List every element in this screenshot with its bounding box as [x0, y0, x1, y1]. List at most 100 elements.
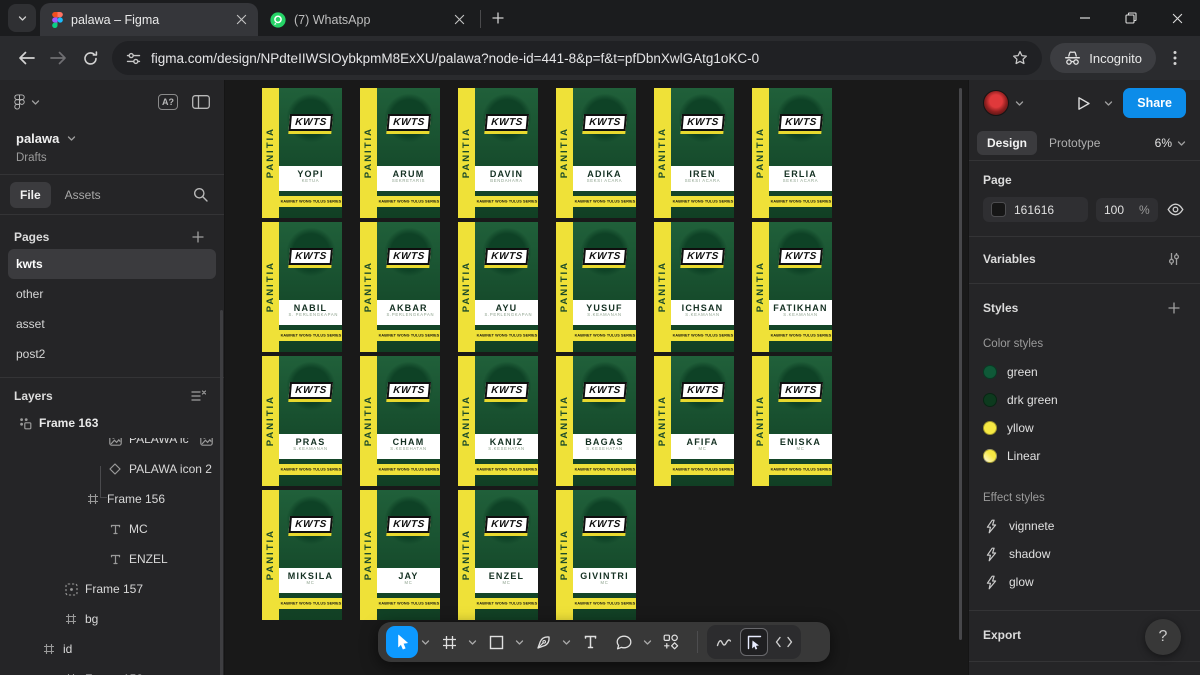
tool-pen[interactable] [527, 626, 559, 658]
file-location[interactable]: Drafts [16, 152, 208, 164]
page-opacity-value[interactable]: 100 [1104, 203, 1124, 217]
id-card[interactable]: PANITIA KWTS ARUM SEKRETARIS KABINET WON… [360, 88, 440, 218]
id-card[interactable]: PANITIA KWTS KANIZ S.KESEHATAN KABINET W… [458, 356, 538, 486]
canvas-scrollbar[interactable] [959, 88, 962, 640]
id-card[interactable]: PANITIA KWTS ADIKA SEKSI ACARA KABINET W… [556, 88, 636, 218]
layer-item[interactable]: Frame 156 [0, 484, 224, 514]
dev-tool-code[interactable] [770, 628, 798, 656]
tab-search-button[interactable] [8, 4, 36, 32]
forward-button[interactable] [42, 42, 74, 74]
search-icon[interactable] [186, 181, 214, 209]
file-name[interactable]: palawa [16, 131, 59, 146]
sidebar-page-item[interactable]: asset [8, 309, 216, 339]
visibility-eye-icon[interactable] [1166, 198, 1186, 222]
back-button[interactable] [10, 42, 42, 74]
color-style-item[interactable]: drk green [983, 386, 1186, 414]
missing-fonts-badge[interactable]: A? [158, 94, 178, 110]
chevron-down-icon[interactable] [1015, 99, 1024, 108]
tool-frame-tool[interactable] [433, 626, 465, 658]
tool-comment[interactable] [608, 626, 640, 658]
tab-design[interactable]: Design [977, 131, 1037, 155]
id-card[interactable]: PANITIA KWTS AFIFA MC KABINET WONG TULUS… [654, 356, 734, 486]
chevron-down-icon[interactable] [560, 626, 573, 658]
layer-item[interactable]: Frame 157 [0, 574, 224, 604]
sidebar-page-item[interactable]: kwts [8, 249, 216, 279]
zoom-control[interactable]: 6% [1155, 136, 1192, 150]
id-card[interactable]: PANITIA KWTS DAVIN BENDAHARA KABINET WON… [458, 88, 538, 218]
effect-style-item[interactable]: vignnete [983, 512, 1186, 540]
id-card[interactable]: PANITIA KWTS YOPI KETUA KABINET WONG TUL… [262, 88, 342, 218]
figma-menu-icon[interactable] [14, 94, 25, 110]
close-tab-icon[interactable] [450, 11, 468, 29]
chevron-down-icon[interactable] [1104, 99, 1113, 108]
present-button[interactable] [1070, 89, 1098, 117]
color-style-item[interactable]: Linear [983, 442, 1186, 470]
layer-item[interactable]: Frame 158 [0, 664, 224, 675]
avatar[interactable] [983, 90, 1009, 116]
page-color-input[interactable]: 161616 [983, 197, 1088, 222]
collapse-layers-icon[interactable] [186, 384, 210, 408]
browser-tab-figma[interactable]: palawa – Figma [40, 3, 258, 36]
chevron-down-icon[interactable] [67, 134, 76, 143]
new-tab-button[interactable] [485, 5, 511, 31]
tab-file[interactable]: File [10, 182, 51, 208]
bookmark-star-icon[interactable] [1012, 50, 1028, 66]
layer-item[interactable]: ENZEL [0, 544, 224, 574]
help-button[interactable]: ? [1145, 619, 1181, 655]
tool-text-tool[interactable] [574, 626, 606, 658]
id-card[interactable]: PANITIA KWTS GIVINTRI MC KABINET WONG TU… [556, 490, 636, 620]
add-style-icon[interactable] [1162, 296, 1186, 320]
design-canvas[interactable]: PANITIA KWTS YOPI KETUA KABINET WONG TUL… [225, 80, 968, 675]
add-page-icon[interactable] [186, 225, 210, 249]
tool-rectangle[interactable] [480, 626, 512, 658]
close-button[interactable] [1154, 0, 1200, 36]
variables-sliders-icon[interactable] [1162, 247, 1186, 271]
close-tab-icon[interactable] [232, 11, 250, 29]
dev-tool-annotate[interactable] [740, 628, 768, 656]
effect-style-item[interactable]: glow [983, 568, 1186, 596]
color-style-item[interactable]: green [983, 358, 1186, 386]
layer-item[interactable]: id [0, 634, 224, 664]
chevron-down-icon[interactable] [641, 626, 654, 658]
id-card[interactable]: PANITIA KWTS AYU S.PERLENGKAPAN KABINET … [458, 222, 538, 352]
tab-assets[interactable]: Assets [55, 182, 111, 208]
id-card[interactable]: PANITIA KWTS YUSUF S.KEAMANAN KABINET WO… [556, 222, 636, 352]
id-card[interactable]: PANITIA KWTS NABIL S. PERLENGKAPAN KABIN… [262, 222, 342, 352]
id-card[interactable]: PANITIA KWTS ENZEL MC KABINET WONG TULUS… [458, 490, 538, 620]
id-card[interactable]: PANITIA KWTS IREN SEKSI ACARA KABINET WO… [654, 88, 734, 218]
toggle-panel-icon[interactable] [192, 95, 210, 109]
page-opacity-input[interactable]: 100 % [1096, 198, 1158, 222]
id-card[interactable]: PANITIA KWTS PRAS S.KEAMANAN KABINET WON… [262, 356, 342, 486]
sidebar-page-item[interactable]: post2 [8, 339, 216, 369]
left-sidebar-scrollbar[interactable] [220, 310, 223, 675]
chevron-down-icon[interactable] [466, 626, 479, 658]
minimize-button[interactable] [1062, 0, 1108, 36]
chevron-down-icon[interactable] [419, 626, 432, 658]
layer-item[interactable]: MC [0, 514, 224, 544]
layer-item[interactable]: Frame 163 [0, 408, 224, 438]
color-style-item[interactable]: yllow [983, 414, 1186, 442]
id-card[interactable]: PANITIA KWTS MIKSILA MC KABINET WONG TUL… [262, 490, 342, 620]
id-card[interactable]: PANITIA KWTS CHAM S.KESEHATAN KABINET WO… [360, 356, 440, 486]
id-card[interactable]: PANITIA KWTS AKBAR S.PERLENGKAPAN KABINE… [360, 222, 440, 352]
reload-button[interactable] [74, 42, 106, 74]
share-button[interactable]: Share [1123, 88, 1186, 118]
tool-actions[interactable] [655, 626, 687, 658]
layer-item[interactable]: bg [0, 604, 224, 634]
chevron-down-icon[interactable] [513, 626, 526, 658]
sidebar-page-item[interactable]: other [8, 279, 216, 309]
browser-tab-whatsapp[interactable]: (7) WhatsApp [258, 3, 476, 36]
chevron-down-icon[interactable] [31, 98, 40, 107]
effect-style-item[interactable]: shadow [983, 540, 1186, 568]
id-card[interactable]: PANITIA KWTS ERLIA SEKSI ACARA KABINET W… [752, 88, 832, 218]
page-color-hex[interactable]: 161616 [1014, 203, 1080, 217]
id-card[interactable]: PANITIA KWTS FATIKHAN S.KEAMANAN KABINET… [752, 222, 832, 352]
id-card[interactable]: PANITIA KWTS BAGAS S.KESEHATAN KABINET W… [556, 356, 636, 486]
tool-move[interactable] [386, 626, 418, 658]
id-card[interactable]: PANITIA KWTS ICHSAN S.KEAMANAN KABINET W… [654, 222, 734, 352]
layer-item[interactable]: PALAWA icon 2 [0, 454, 224, 484]
address-bar[interactable]: figma.com/design/NPdteIIWSIOybkpmM8ExXU/… [112, 41, 1042, 75]
site-info-icon[interactable] [126, 51, 141, 66]
url-text[interactable]: figma.com/design/NPdteIIWSIOybkpmM8ExXU/… [151, 51, 1002, 66]
restore-button[interactable] [1108, 0, 1154, 36]
